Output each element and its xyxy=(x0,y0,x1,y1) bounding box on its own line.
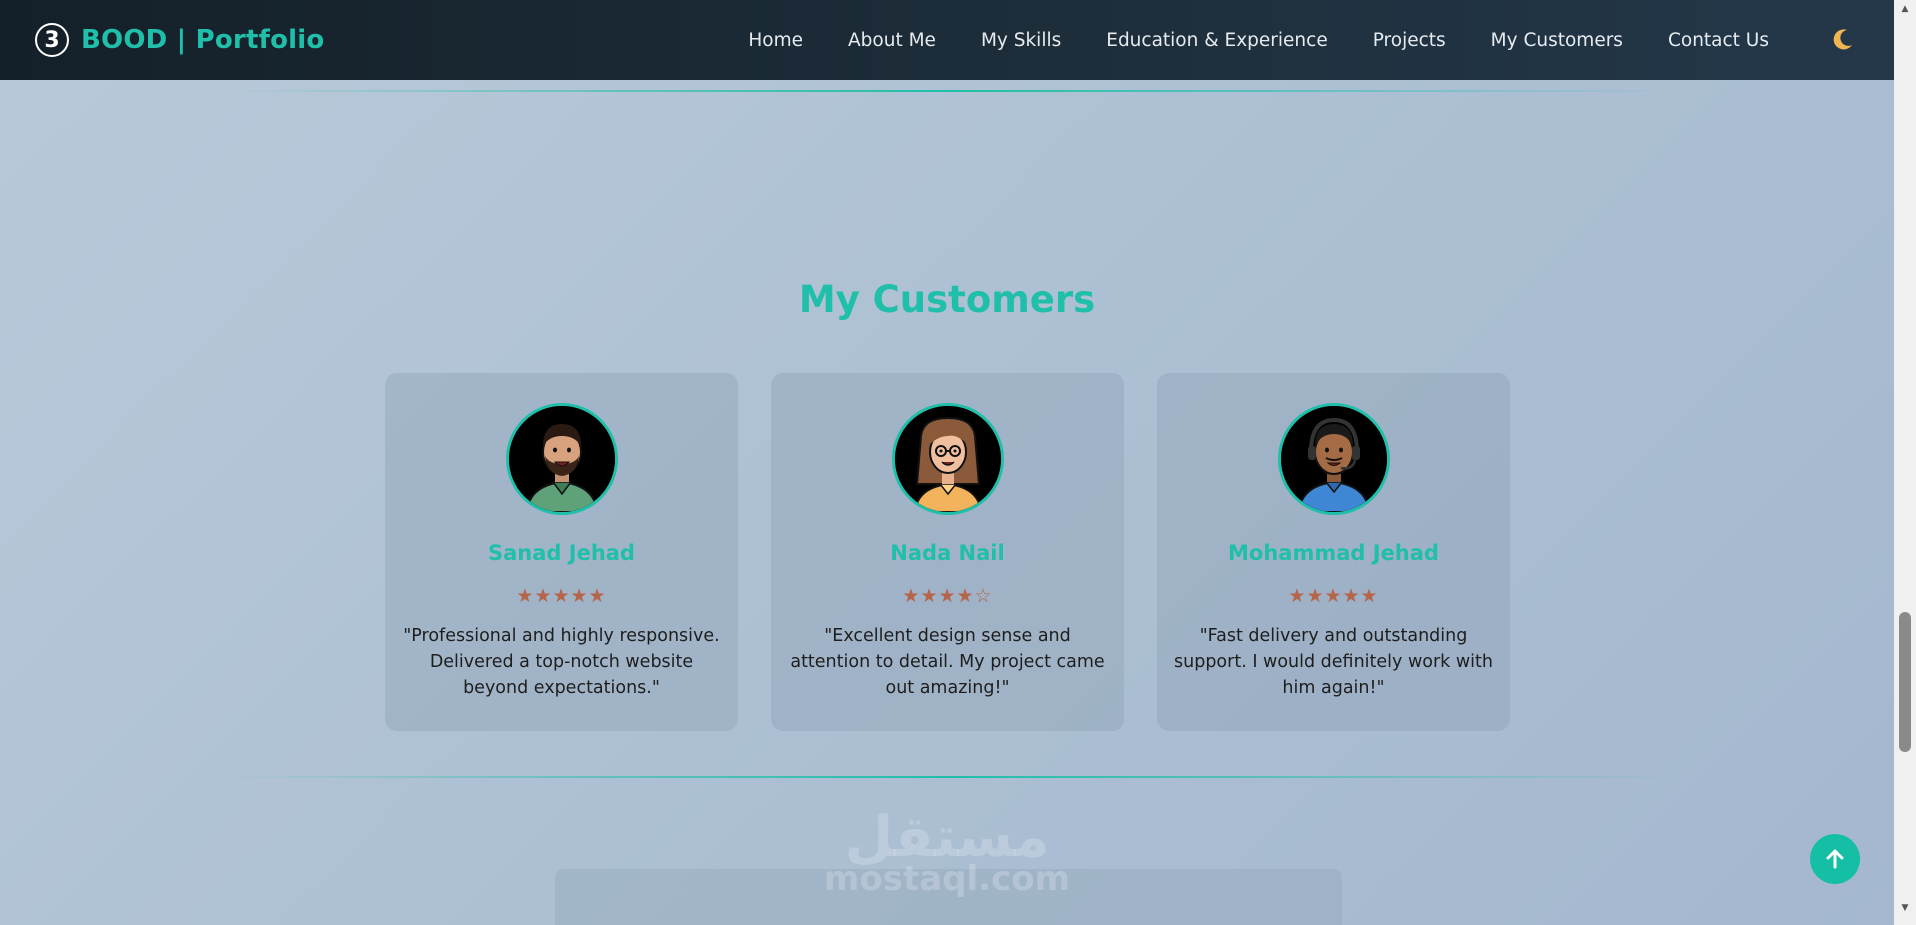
scroll-to-top-button[interactable] xyxy=(1810,834,1860,884)
star-rating: ★★★★★ xyxy=(516,585,607,607)
customer-name: Sanad Jehad xyxy=(488,541,635,565)
avatar xyxy=(1277,403,1390,515)
brand-name: BOOD | Portfolio xyxy=(81,25,325,55)
customer-review: "Excellent design sense and attention to… xyxy=(790,626,1105,698)
nav-link-my-skills[interactable]: My Skills xyxy=(981,30,1061,51)
customer-review: "Fast delivery and outstanding support. … xyxy=(1174,626,1493,698)
page-scrollbar[interactable]: ▲ ▼ xyxy=(1894,0,1916,925)
nav-link-projects[interactable]: Projects xyxy=(1373,30,1446,51)
nav-links: Home About Me My Skills Education & Expe… xyxy=(748,30,1769,51)
avatar xyxy=(505,403,618,515)
star-rating: ★★★★★ xyxy=(1288,585,1379,607)
watermark-arabic: مستقل xyxy=(844,805,1050,870)
moon-icon[interactable] xyxy=(1828,24,1858,54)
scroll-up-icon[interactable]: ▲ xyxy=(1894,0,1916,18)
avatar xyxy=(891,403,1004,515)
nav-link-education-experience[interactable]: Education & Experience xyxy=(1106,30,1327,51)
nav-link-contact-us[interactable]: Contact Us xyxy=(1668,30,1769,51)
section-title: My Customers xyxy=(798,278,1096,321)
customer-card: Sanad Jehad ★★★★★ "Professional and high… xyxy=(385,373,738,731)
nav-link-about-me[interactable]: About Me xyxy=(848,30,936,51)
top-divider xyxy=(225,90,1675,92)
scroll-down-icon[interactable]: ▼ xyxy=(1894,899,1916,917)
arrow-up-icon xyxy=(1826,849,1844,869)
customer-name: Nada Nail xyxy=(890,541,1005,565)
nav-link-my-customers[interactable]: My Customers xyxy=(1491,30,1623,51)
customer-card: Nada Nail ★★★★☆ "Excellent design sense … xyxy=(771,373,1124,731)
watermark: مستقل mostaql.com xyxy=(0,805,1894,899)
customer-card: Mohammad Jehad ★★★★★ "Fast delivery and … xyxy=(1157,373,1510,731)
customer-review: "Professional and highly responsive. Del… xyxy=(403,626,720,698)
star-rating: ★★★★☆ xyxy=(902,585,993,607)
customer-name: Mohammad Jehad xyxy=(1228,541,1439,565)
watermark-latin: mostaql.com xyxy=(823,859,1071,899)
brand-badge-icon: 3 xyxy=(35,23,69,57)
navbar: 3 BOOD | Portfolio Home About Me My Skil… xyxy=(0,0,1894,80)
nav-link-home[interactable]: Home xyxy=(748,30,803,51)
customer-cards: Sanad Jehad ★★★★★ "Professional and high… xyxy=(385,373,1510,731)
scroll-thumb[interactable] xyxy=(1899,612,1911,752)
bottom-divider xyxy=(225,776,1675,778)
brand-logo[interactable]: 3 BOOD | Portfolio xyxy=(35,23,324,57)
